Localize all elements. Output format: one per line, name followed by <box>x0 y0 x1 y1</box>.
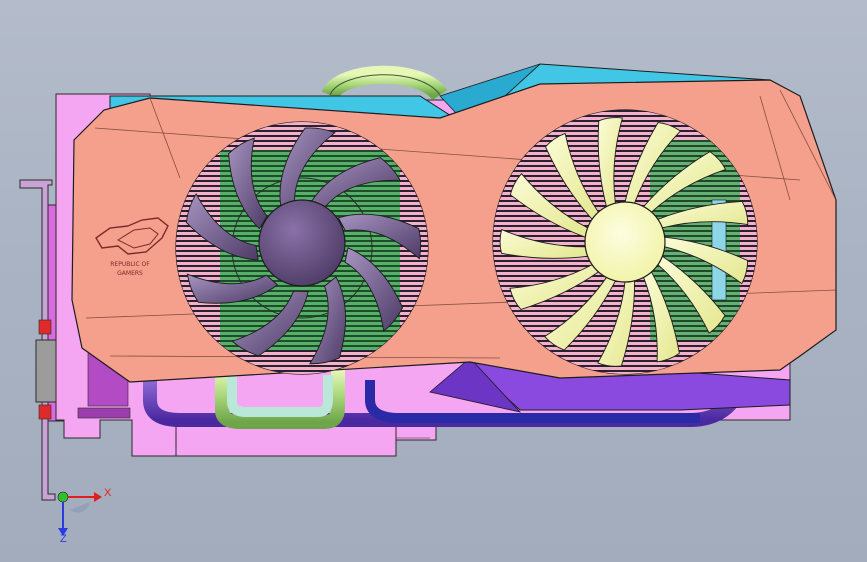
logo-text-line2: GAMERS <box>117 270 143 277</box>
left-fan-hub <box>258 199 346 287</box>
right-fan-hub <box>584 201 666 283</box>
dvi-port <box>35 339 59 403</box>
left-fan[interactable] <box>175 121 429 375</box>
logo-text-line1: REPUBLIC OF <box>110 261 150 268</box>
x-axis-head <box>94 492 102 502</box>
right-fan[interactable] <box>492 109 758 375</box>
x-axis-label: X <box>104 487 112 499</box>
cad-viewport[interactable]: REPUBLIC OF GAMERS X Z <box>0 0 867 562</box>
gpu-model-canvas[interactable]: REPUBLIC OF GAMERS X Z <box>0 0 867 562</box>
orientation-triad: X Z <box>57 487 112 545</box>
z-axis-label: Z <box>60 533 67 545</box>
